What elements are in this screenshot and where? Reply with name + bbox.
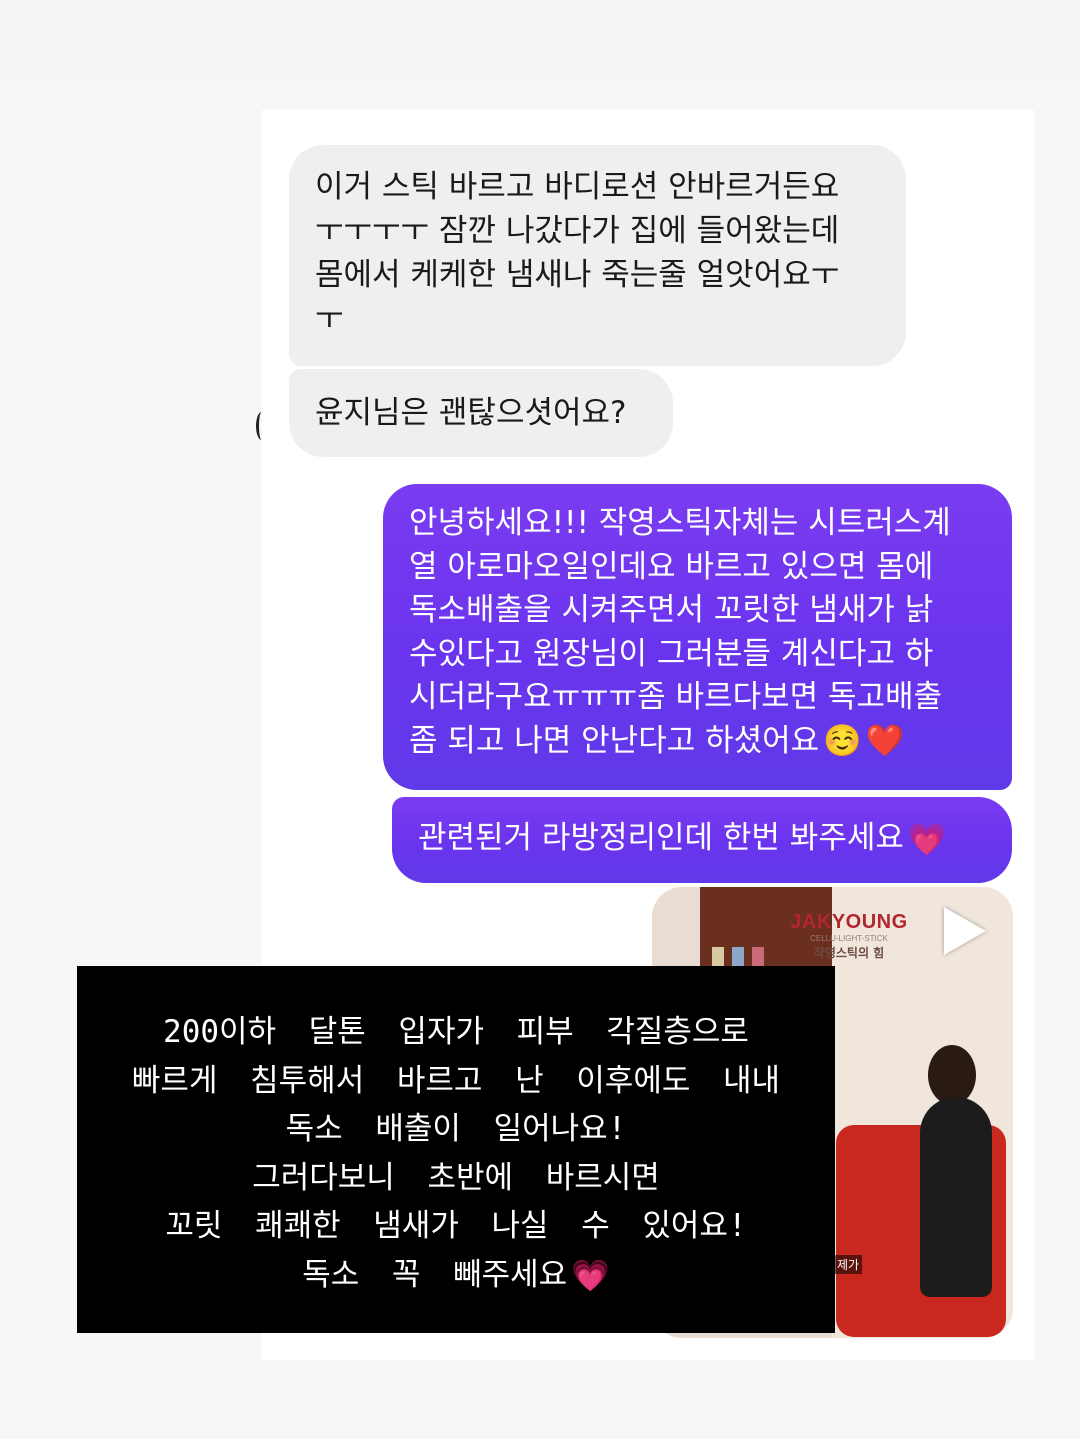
smiling-face-emoji: ☺️ bbox=[823, 723, 862, 760]
overlay-line: 독소 배출이 일어나요! bbox=[285, 1111, 627, 1147]
pink-heart-emoji: 💗 bbox=[571, 1257, 610, 1294]
play-icon[interactable] bbox=[944, 907, 986, 955]
overlay-line: 꼬릿 쾌쾌한 냄새가 나실 수 있어요! bbox=[165, 1208, 747, 1244]
message-line: 시더라구요ㅠㅠㅠ좀 바르다보면 독고배출 bbox=[409, 679, 943, 715]
message-line: 몸에서 케케한 냄새나 죽는줄 얼앗어요ㅜ bbox=[315, 257, 840, 293]
message-bubble-incoming[interactable]: 이거 스틱 바르고 바디로션 안바르거든요 ㅜㅜㅜㅜ 잠깐 나갔다가 집에 들어… bbox=[289, 145, 906, 366]
video-person-head bbox=[928, 1045, 976, 1105]
story-text-overlay: 200이하 달톤 입자가 피부 각질층으로 빠르게 침투해서 바르고 난 이후에… bbox=[77, 966, 835, 1333]
message-line: 관련된거 라방정리인데 한번 봐주세요 bbox=[418, 820, 904, 856]
red-heart-emoji: ❤️ bbox=[865, 723, 905, 760]
message-line: 윤지님은 괜탆으셧어요? bbox=[315, 395, 627, 431]
message-line: 안녕하세요!!! 작영스틱자체는 시트러스계 bbox=[409, 505, 951, 541]
message-line: 이거 스틱 바르고 바디로션 안바르거든요 bbox=[315, 169, 840, 205]
message-line: ㅜㅜㅜㅜ 잠깐 나갔다가 집에 들어왔는데 bbox=[315, 213, 840, 249]
message-line: 열 아로마오일인데요 바르고 있으면 몸에 bbox=[409, 548, 934, 585]
message-line: 수있다고 원장님이 그러분들 계신다고 하 bbox=[409, 635, 934, 672]
pink-heart-emoji: 💗 bbox=[907, 821, 947, 858]
overlay-line: 그러다보니 초반에 바르시면 bbox=[252, 1159, 660, 1196]
overlay-line-text: 독소 꼭 빼주세요 bbox=[302, 1256, 568, 1293]
overlay-line: 빠르게 침투해서 바르고 난 이후에도 내내 bbox=[131, 1062, 781, 1099]
overlay-line: 200이하 달톤 입자가 피부 각질층으로 bbox=[163, 1014, 749, 1050]
message-line: 독소배출을 시켜주면서 꼬릿한 냄새가 낡 bbox=[409, 592, 934, 628]
video-brand-title: JAKYOUNG bbox=[790, 911, 908, 933]
video-person bbox=[920, 1097, 992, 1297]
message-line: 좀 되고 나면 안난다고 하셨어요 bbox=[409, 722, 820, 759]
message-bubble-outgoing[interactable]: 안녕하세요!!! 작영스틱자체는 시트러스계 열 아로마오일인데요 바르고 있으… bbox=[383, 484, 1012, 790]
scroll-indicator bbox=[256, 412, 267, 440]
video-subtitle: CELLU-LIGHT-STICK bbox=[810, 934, 888, 943]
message-bubble-outgoing[interactable]: 관련된거 라방정리인데 한번 봐주세요 💗 bbox=[392, 797, 1012, 883]
video-subtitle-korean: 작영스틱의 힘 bbox=[813, 946, 885, 960]
overlay-line-last: 독소 꼭 빼주세요 💗 bbox=[87, 1251, 825, 1301]
video-caption: 제가 bbox=[834, 1255, 863, 1274]
message-line: ㅜ bbox=[315, 301, 344, 337]
top-bar bbox=[0, 0, 1080, 80]
message-bubble-incoming[interactable]: 윤지님은 괜탆으셧어요? bbox=[289, 369, 673, 457]
